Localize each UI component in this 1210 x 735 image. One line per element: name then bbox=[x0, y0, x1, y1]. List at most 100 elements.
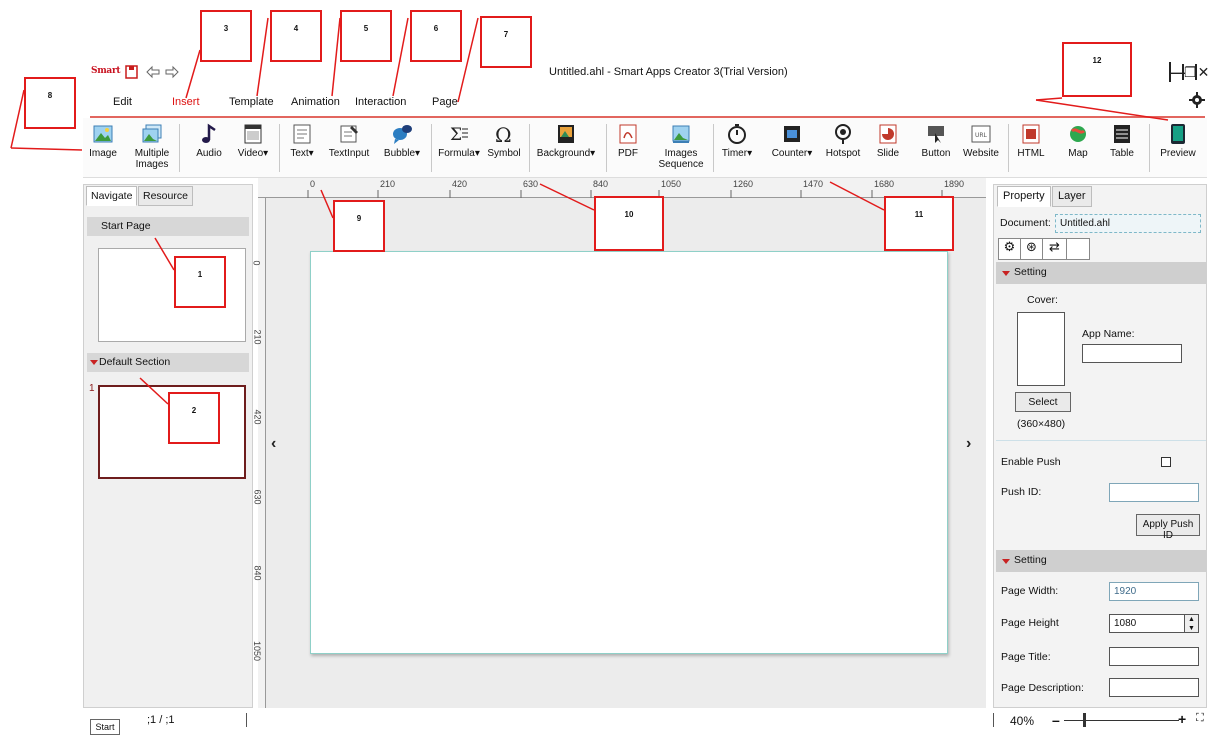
symbol-button[interactable]: Ω Symbol bbox=[486, 121, 522, 159]
slide-icon bbox=[879, 124, 897, 144]
zoom-out-icon[interactable]: – bbox=[1052, 712, 1060, 728]
multiple-images-button[interactable]: Multiple Images bbox=[131, 121, 173, 170]
insert-toolbar: Image Multiple Images Audio Video▾ Text▾… bbox=[83, 118, 1207, 178]
page-height-input[interactable]: 1080 bbox=[1109, 614, 1185, 633]
page-number: 1 bbox=[89, 383, 95, 394]
divider bbox=[996, 440, 1206, 441]
tab-page[interactable]: Page bbox=[432, 96, 458, 108]
undo-icon[interactable] bbox=[145, 64, 161, 80]
audio-button[interactable]: Audio bbox=[193, 121, 225, 159]
tab-interaction[interactable]: Interaction bbox=[355, 96, 406, 108]
app-logo: Smart bbox=[91, 66, 121, 76]
enable-push-checkbox[interactable] bbox=[1161, 457, 1171, 467]
vertical-ruler bbox=[258, 198, 266, 708]
tab-template[interactable]: Template bbox=[229, 96, 274, 108]
svg-text:Σ: Σ bbox=[450, 125, 462, 145]
callout-5: 5 bbox=[340, 10, 392, 62]
document-field[interactable]: Untitled.ahl bbox=[1055, 214, 1201, 233]
toolbar-separator bbox=[431, 124, 432, 172]
swap-icon[interactable]: ⇄ bbox=[1043, 239, 1067, 259]
previous-page-arrow-icon[interactable]: ‹ bbox=[271, 435, 276, 453]
zoom-slider-thumb[interactable] bbox=[1083, 713, 1086, 727]
zoom-in-icon[interactable]: + bbox=[1178, 711, 1186, 727]
background-icon bbox=[558, 125, 574, 143]
save-icon[interactable] bbox=[124, 64, 140, 80]
toolbar-separator bbox=[529, 124, 530, 172]
tab-property[interactable]: Property bbox=[997, 186, 1051, 207]
tab-edit[interactable]: Edit bbox=[113, 96, 132, 108]
fit-to-window-icon[interactable]: ⛶ bbox=[1196, 712, 1204, 725]
website-icon: URL bbox=[971, 125, 991, 143]
counter-button[interactable]: Counter▾ bbox=[769, 121, 815, 159]
timer-button[interactable]: Timer▾ bbox=[717, 121, 757, 159]
collapse-triangle-icon[interactable] bbox=[90, 360, 98, 365]
tab-layer[interactable]: Layer bbox=[1052, 186, 1092, 207]
zoom-slider-track[interactable] bbox=[1064, 720, 1179, 721]
image-button[interactable]: Image bbox=[87, 121, 119, 159]
bubble-button[interactable]: Bubble▾ bbox=[379, 121, 425, 159]
website-button[interactable]: URL Website bbox=[959, 121, 1003, 159]
collapse-triangle-icon[interactable] bbox=[1002, 271, 1010, 276]
tab-resource[interactable]: Resource bbox=[138, 186, 193, 206]
app-name-input[interactable] bbox=[1082, 344, 1182, 363]
default-section-header[interactable]: Default Section bbox=[87, 353, 249, 372]
preview-button[interactable]: Preview bbox=[1157, 121, 1199, 159]
text-input-icon bbox=[340, 125, 358, 143]
enable-push-label: Enable Push bbox=[1001, 456, 1061, 468]
minimize-icon[interactable]: — bbox=[1171, 64, 1185, 80]
images-sequence-button[interactable]: Images Sequence bbox=[655, 121, 707, 170]
start-button[interactable]: Start bbox=[90, 719, 120, 735]
apply-push-id-button[interactable]: Apply Push ID bbox=[1136, 514, 1200, 541]
restore-icon[interactable]: ❐ bbox=[1184, 64, 1197, 80]
button-button[interactable]: Button bbox=[919, 121, 953, 159]
page-width-input[interactable]: 1920 bbox=[1109, 582, 1199, 601]
cover-image-box[interactable] bbox=[1017, 312, 1065, 386]
tab-animation[interactable]: Animation bbox=[291, 96, 340, 108]
close-icon[interactable]: ✕ bbox=[1197, 64, 1210, 80]
start-page-header[interactable]: Start Page bbox=[87, 217, 249, 236]
tab-navigate[interactable]: Navigate bbox=[86, 186, 138, 206]
formula-button[interactable]: Σ Formula▾ bbox=[435, 121, 483, 159]
multiple-images-icon bbox=[142, 124, 162, 143]
ruler-tick-label: 0 bbox=[251, 260, 262, 266]
ruler-tick-label: 630 bbox=[252, 489, 263, 505]
callout-4: 4 bbox=[270, 10, 322, 62]
hotspot-button[interactable]: Hotspot bbox=[823, 121, 863, 159]
settings-gear-icon[interactable] bbox=[1189, 92, 1205, 111]
formula-icon: Σ bbox=[450, 125, 468, 145]
setting-section-header[interactable]: Setting bbox=[996, 262, 1206, 284]
html-button[interactable]: HTML bbox=[1015, 121, 1047, 159]
video-button[interactable]: Video▾ bbox=[233, 121, 273, 159]
pdf-button[interactable]: PDF bbox=[613, 121, 643, 159]
toolbar-separator bbox=[179, 124, 180, 172]
page-height-stepper[interactable]: ▲ ▼ bbox=[1184, 614, 1199, 633]
window-controls: — ❐ ✕ bbox=[1169, 62, 1210, 82]
window-title: Untitled.ahl - Smart Apps Creator 3(Tria… bbox=[549, 66, 788, 78]
horizontal-ruler: 0 210 420 630 840 1050 1260 1470 1680 18… bbox=[258, 178, 986, 198]
page-title-input[interactable] bbox=[1109, 647, 1199, 666]
next-page-arrow-icon[interactable]: › bbox=[966, 435, 971, 453]
map-button[interactable]: Map bbox=[1063, 121, 1093, 159]
text-button[interactable]: Text▾ bbox=[286, 121, 318, 159]
collapse-triangle-icon[interactable] bbox=[1002, 559, 1010, 564]
text-input-button[interactable]: TextInput bbox=[326, 121, 372, 159]
zoom-level: 40% bbox=[1010, 714, 1035, 728]
toolbar-separator bbox=[1149, 124, 1150, 172]
background-button[interactable]: Background▾ bbox=[533, 121, 599, 159]
svg-text:Ω: Ω bbox=[495, 123, 512, 145]
page-description-input[interactable] bbox=[1109, 678, 1199, 697]
page-setting-section-header[interactable]: Setting bbox=[996, 550, 1206, 572]
property-panel: Property Layer Document: Untitled.ahl ⚙ … bbox=[993, 184, 1207, 708]
tab-insert[interactable]: Insert bbox=[172, 96, 200, 108]
callout-9: 9 bbox=[333, 200, 385, 252]
palette-icon[interactable]: ⊛ bbox=[1021, 239, 1043, 259]
push-id-input[interactable] bbox=[1109, 483, 1199, 502]
document-label: Document: bbox=[1000, 217, 1051, 229]
table-button[interactable]: Table bbox=[1106, 121, 1138, 159]
redo-icon[interactable] bbox=[164, 64, 180, 80]
gear-icon[interactable]: ⚙ bbox=[999, 239, 1021, 259]
cover-label: Cover: bbox=[1027, 294, 1058, 306]
select-cover-button[interactable]: Select bbox=[1015, 392, 1071, 412]
page-canvas[interactable] bbox=[310, 251, 948, 654]
slide-button[interactable]: Slide bbox=[872, 121, 904, 159]
